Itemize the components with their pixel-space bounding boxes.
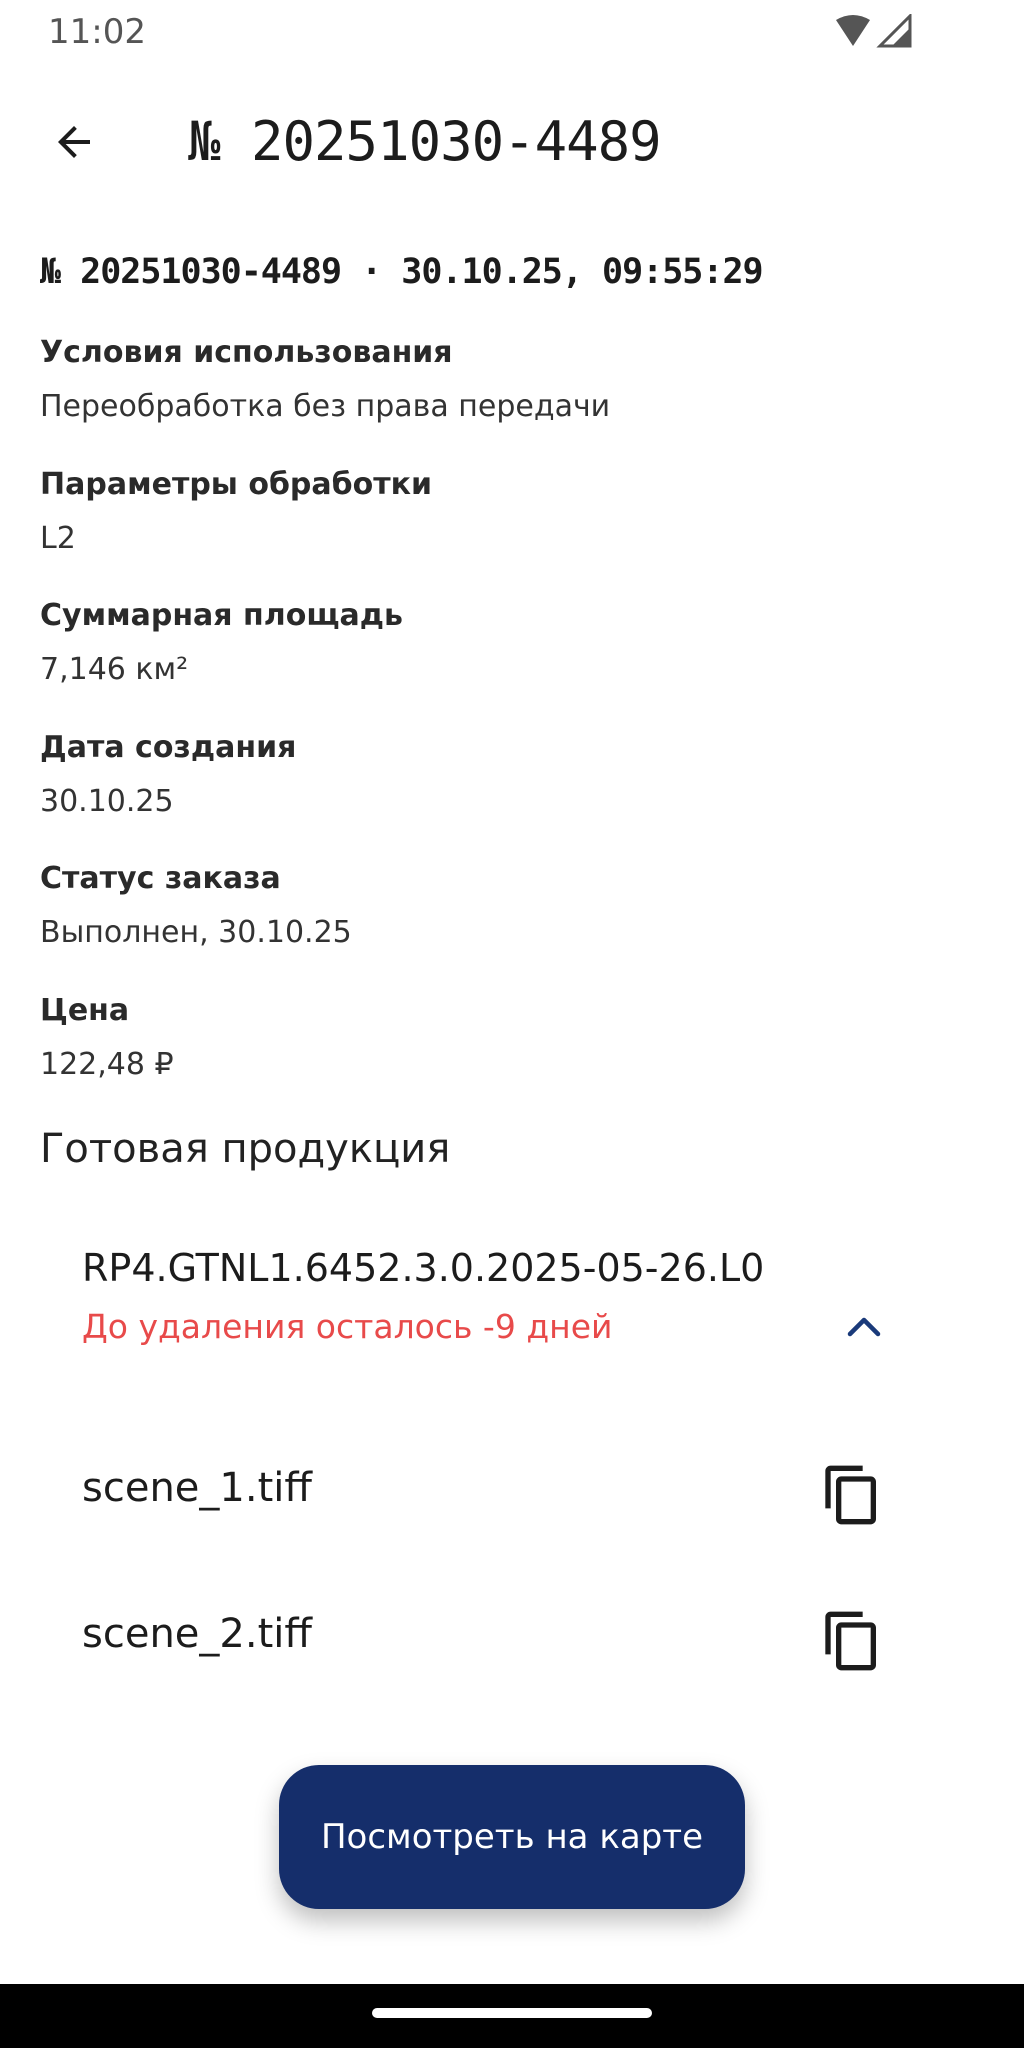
detail-label: Дата создания <box>40 729 297 765</box>
chevron-up-icon <box>847 1317 881 1337</box>
file-name: scene_2.tiff <box>82 1611 312 1657</box>
app-bar: № 20251030-4489 <box>0 90 1024 190</box>
screen: 11:02 № 20251030-4489 № 20251030-4489 · … <box>0 0 1024 2048</box>
home-indicator[interactable] <box>372 2008 652 2018</box>
copy-button[interactable] <box>802 1445 902 1545</box>
detail-created-date: Дата создания 30.10.25 <box>40 727 980 859</box>
detail-label: Параметры обработки <box>40 466 432 502</box>
status-icons <box>834 12 914 50</box>
products-section-title: Готовая продукция <box>40 1126 451 1172</box>
detail-label: Суммарная площадь <box>40 598 403 633</box>
page-title: № 20251030-4489 <box>188 110 662 173</box>
product-name: RP4.GTNL1.6452.3.0.2025-05-26.L0 <box>82 1246 765 1290</box>
collapse-button[interactable] <box>834 1296 894 1356</box>
detail-label: Условия использования <box>40 335 453 370</box>
detail-value: 30.10.25 <box>40 783 174 819</box>
copy-button[interactable] <box>802 1591 902 1691</box>
file-name: scene_1.tiff <box>82 1465 312 1511</box>
system-nav-bar <box>0 1984 1024 2048</box>
detail-value: Переобработка без права передачи <box>40 389 611 424</box>
order-header: № 20251030-4489 · 30.10.25, 09:55:29 <box>40 252 764 292</box>
back-button[interactable] <box>36 104 112 180</box>
file-row: scene_1.tiff <box>82 1445 902 1545</box>
detail-order-status: Статус заказа Выполнен, 30.10.25 <box>40 858 980 990</box>
status-time: 11:02 <box>48 12 146 52</box>
detail-value: Выполнен, 30.10.25 <box>40 915 352 950</box>
copy-icon <box>825 1465 876 1525</box>
detail-usage-terms: Условия использования Переобработка без … <box>40 332 980 464</box>
wifi-icon <box>836 15 870 46</box>
status-bar: 11:02 <box>0 0 1024 64</box>
detail-value: 7,146 км² <box>40 652 189 687</box>
product-item[interactable]: RP4.GTNL1.6452.3.0.2025-05-26.L0 До удал… <box>82 1228 942 1352</box>
copy-icon <box>825 1611 876 1671</box>
arrow-back-icon <box>58 126 90 158</box>
detail-value: L2 <box>40 520 76 556</box>
detail-processing-params: Параметры обработки L2 <box>40 464 980 596</box>
view-on-map-button[interactable]: Посмотреть на карте <box>279 1765 745 1909</box>
detail-total-area: Суммарная площадь 7,146 км² <box>40 595 980 727</box>
detail-label: Статус заказа <box>40 861 281 896</box>
file-row: scene_2.tiff <box>82 1591 902 1691</box>
signal-icon <box>876 12 912 48</box>
detail-label: Цена <box>40 992 130 1028</box>
detail-price: Цена 122,48 ₽ <box>40 990 980 1122</box>
detail-value: 122,48 ₽ <box>40 1046 174 1082</box>
expiry-warning: До удаления осталось -9 дней <box>82 1307 613 1346</box>
order-details: Условия использования Переобработка без … <box>40 332 980 1121</box>
